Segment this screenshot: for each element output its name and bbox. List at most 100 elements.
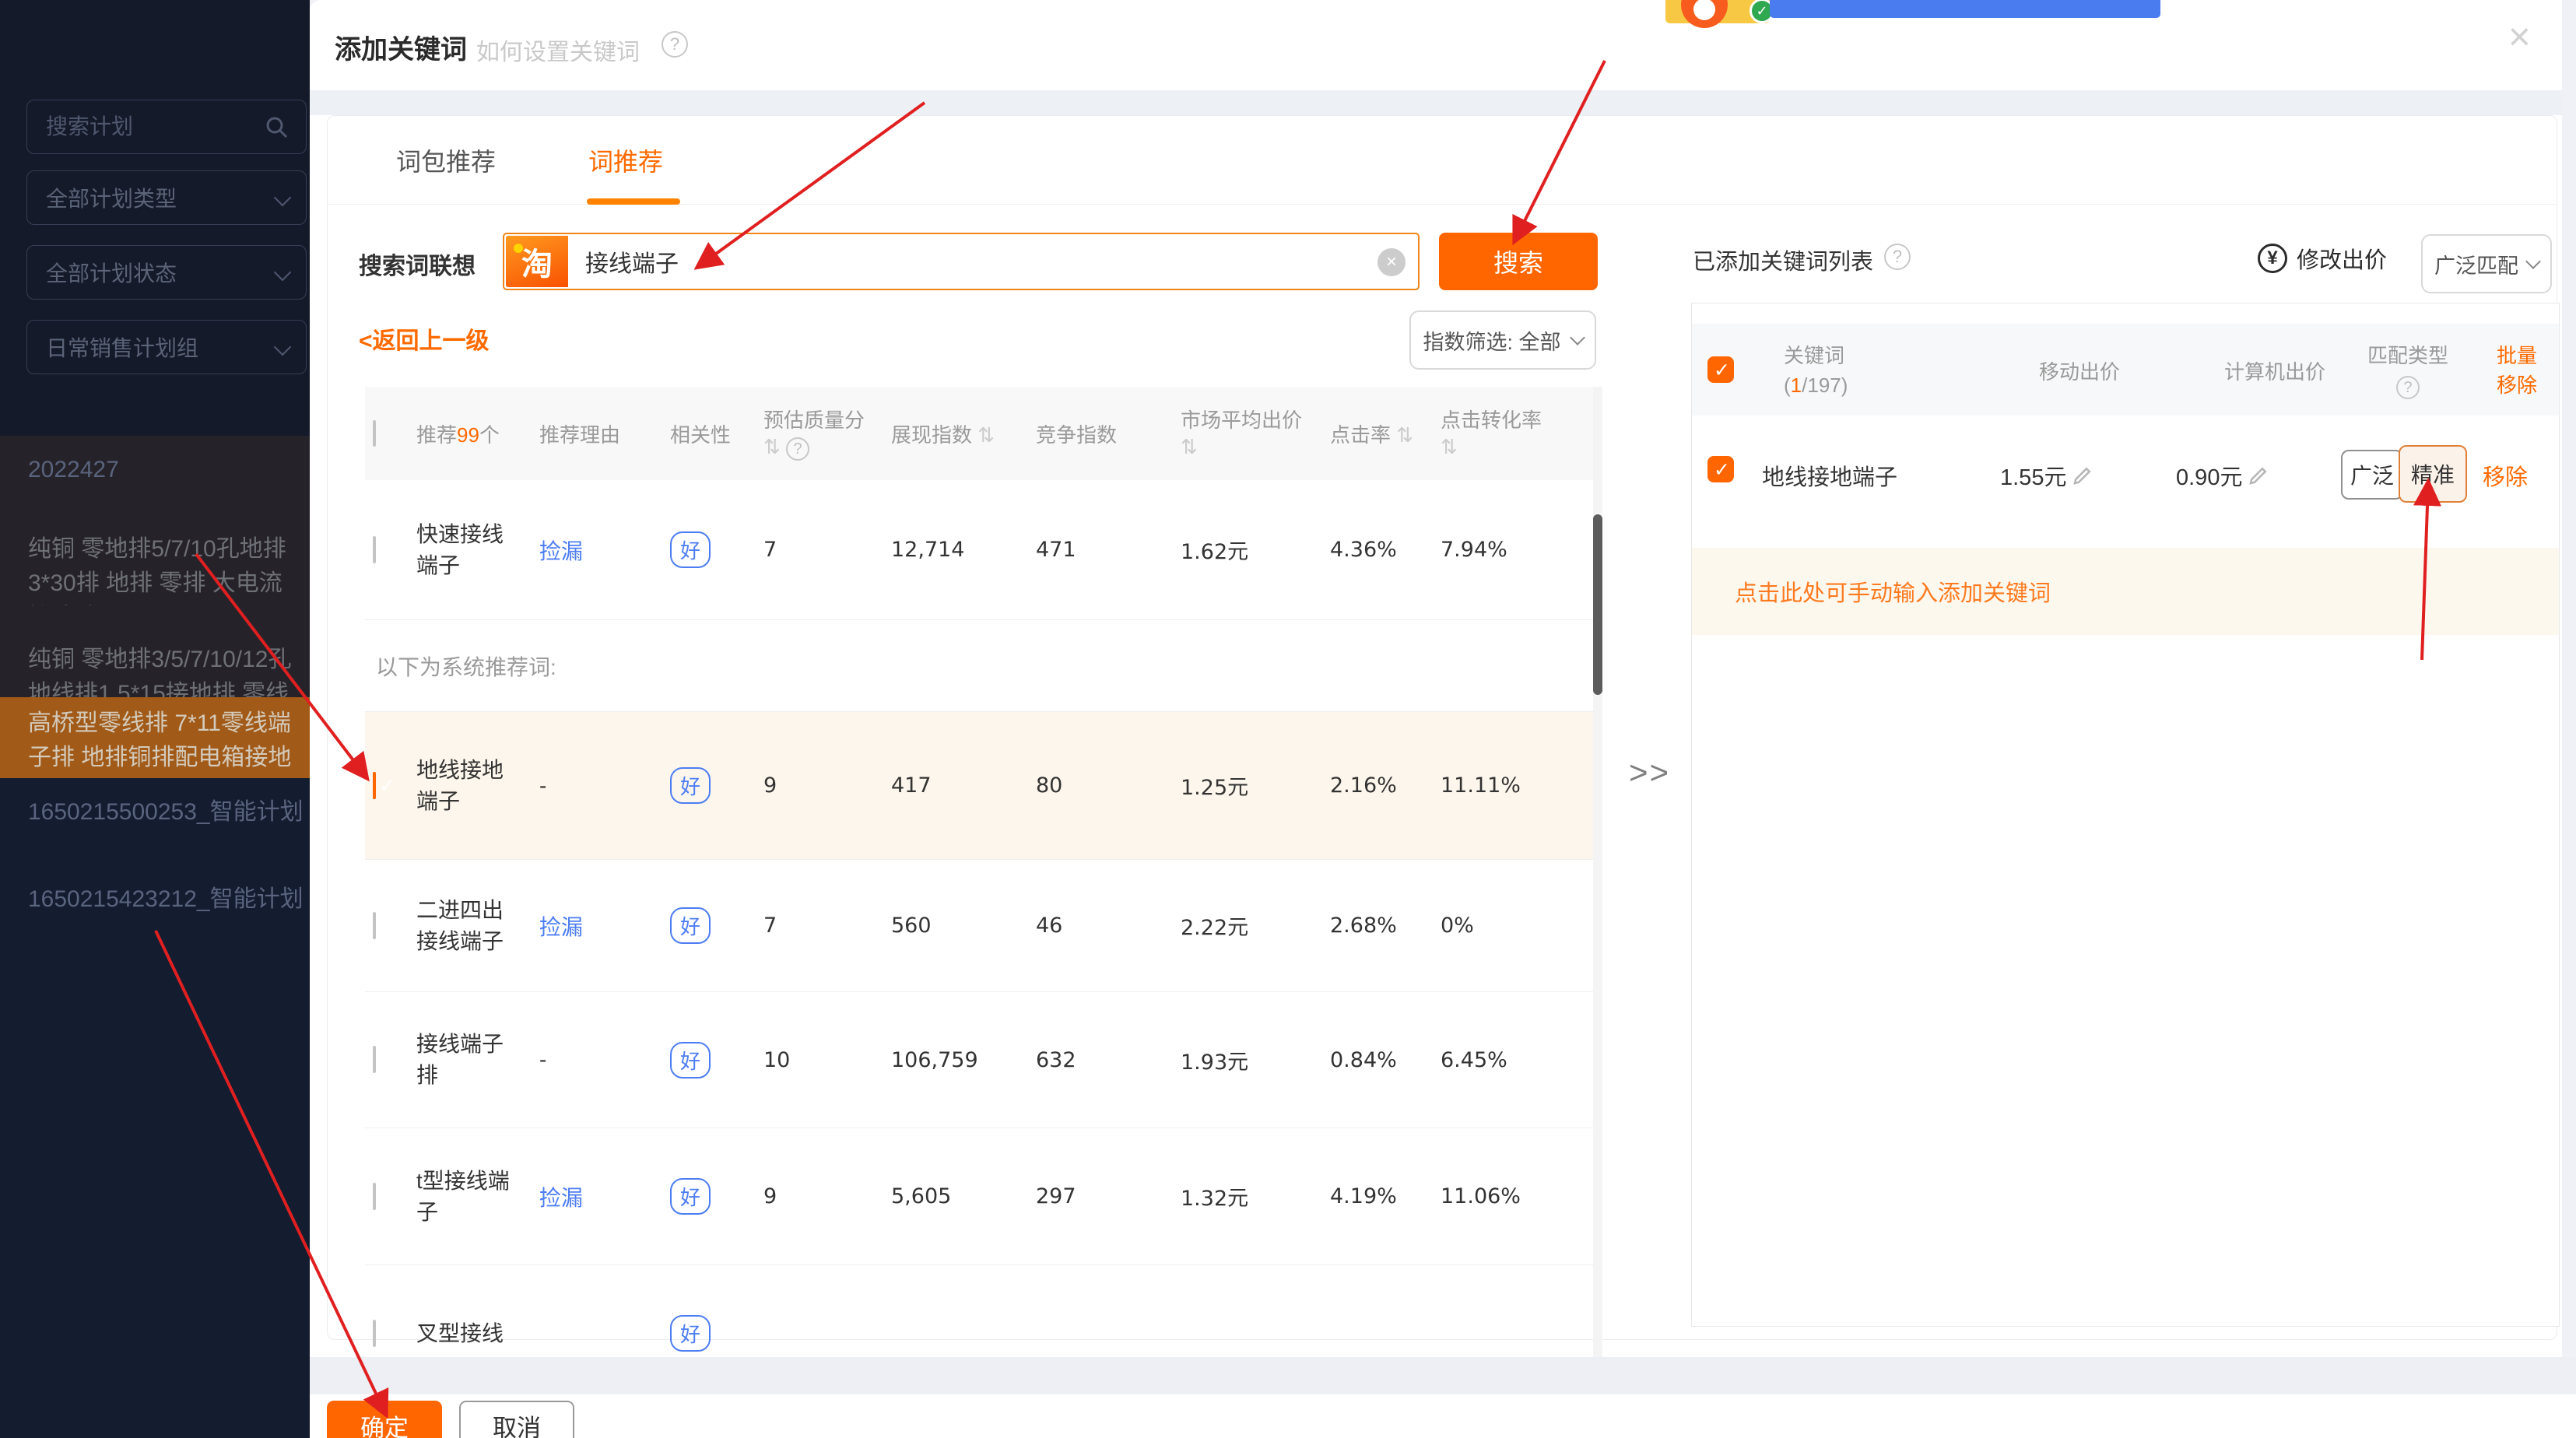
added-keyword-row: 地线接地端子 1.55元 0.90元 广泛 精准 移除	[1692, 416, 2559, 548]
row-checkbox[interactable]	[373, 1046, 376, 1073]
campaign-sidebar: 全部计划类型 全部计划状态 日常销售计划组 2022427 纯铜 零地排5/7/…	[0, 0, 310, 1438]
help-icon: ?	[2396, 376, 2420, 399]
row-checkbox-checked[interactable]	[1707, 456, 1734, 482]
match-type-segmented: 广泛 精准	[2341, 444, 2473, 506]
plan-type-dropdown[interactable]: 全部计划类型	[26, 170, 307, 225]
row-checkbox[interactable]	[373, 536, 376, 563]
campaign-item[interactable]: 1650215500253_智能计划	[0, 795, 310, 839]
keyword-cell: 接线端子排	[416, 1029, 519, 1091]
back-to-parent-link[interactable]: <返回上一级	[359, 321, 490, 356]
select-all-checkbox[interactable]	[373, 420, 376, 447]
col-impressions[interactable]: 展现指数 ⇅	[891, 419, 1036, 448]
chevron-down-icon	[1570, 330, 1585, 345]
taobao-glyph: 淘	[521, 239, 553, 284]
match-type-value: 广泛匹配	[2434, 249, 2518, 279]
remove-keyword-link[interactable]: 移除	[2483, 459, 2528, 492]
help-icon[interactable]: ?	[1884, 244, 1911, 270]
sort-icon: ⇅	[1396, 423, 1413, 447]
match-type-dropdown[interactable]: 广泛匹配	[2421, 234, 2552, 293]
row-checkbox[interactable]	[373, 1320, 376, 1347]
keyword-cell: 二进四出接线端子	[416, 895, 519, 957]
reason-link[interactable]: 捡漏	[539, 915, 583, 939]
chevron-down-icon	[274, 189, 292, 207]
close-icon[interactable]: ×	[2508, 17, 2531, 56]
pc-bid-value[interactable]: 0.90元	[2176, 459, 2270, 492]
col-score[interactable]: 预估质量分 ⇅ ?	[763, 407, 891, 461]
campaign-item-active[interactable]: 高桥型零线排 7*11零线端子排 地排铜排配电箱接地接线端子	[0, 697, 310, 778]
campaign-item[interactable]: 1650215423212_智能计划	[0, 882, 310, 926]
keyword-card: 词包推荐 词推荐 搜索词联想 淘 × 搜索 <返回上一级 指数筛选: 全部 推荐…	[327, 115, 2557, 1340]
col-match-type: 匹配类型 ?	[2367, 341, 2448, 400]
select-all-checkbox-checked[interactable]	[1707, 356, 1734, 383]
relevance-badge: 好	[670, 531, 711, 568]
keyword-cell: 叉型接线	[416, 1318, 519, 1349]
batch-remove-button[interactable]: 批量 移除	[2497, 341, 2537, 400]
confirm-button[interactable]: 确定	[327, 1401, 442, 1438]
index-filter-dropdown[interactable]: 指数筛选: 全部	[1409, 310, 1596, 370]
row-checkbox-checked[interactable]	[373, 772, 376, 799]
footer-divider-band	[310, 1357, 2576, 1394]
tab-word-recommend[interactable]: 词推荐	[588, 142, 663, 178]
modal-title: 添加关键词	[335, 28, 467, 66]
manual-add-keyword-hint[interactable]: 点击此处可手动输入添加关键词	[1692, 548, 2559, 635]
match-exact-button-selected[interactable]: 精准	[2399, 445, 2467, 503]
keyword-row[interactable]: t型接线端子 捡漏 好 9 5,605 297 1.32元 4.19% 11.0…	[365, 1128, 1602, 1265]
sort-icon: ⇅	[977, 423, 995, 447]
modal-help-link[interactable]: 如何设置关键词	[476, 33, 640, 67]
keyword-cell: 快速接线端子	[416, 519, 519, 581]
transfer-arrows: >>	[1629, 754, 1670, 791]
edit-bid-button[interactable]: ¥ 修改出价	[2258, 242, 2387, 275]
col-cvr[interactable]: 点击转化率 ⇅	[1441, 407, 1579, 460]
reason-link[interactable]: 捡漏	[539, 1186, 583, 1210]
keyword-search-input[interactable]	[585, 234, 1363, 289]
col-ctr[interactable]: 点击率 ⇅	[1330, 419, 1441, 448]
search-button[interactable]: 搜索	[1439, 233, 1598, 290]
plan-type-value: 全部计划类型	[46, 182, 177, 213]
plan-group-dropdown[interactable]: 日常销售计划组	[26, 320, 307, 374]
col-avg-bid[interactable]: 市场平均出价 ⇅	[1181, 407, 1330, 460]
reason-link[interactable]: 捡漏	[539, 539, 583, 563]
reason-cell: -	[539, 773, 670, 798]
campaign-item[interactable]: 2022427	[0, 453, 310, 496]
relevance-badge: 好	[670, 907, 711, 944]
sort-icon: ⇅	[1181, 435, 1198, 458]
chevron-down-icon	[274, 264, 292, 282]
plan-search-input[interactable]	[46, 114, 259, 139]
added-keywords-title: 已添加关键词列表	[1693, 244, 1873, 276]
keyword-row[interactable]: 接线端子排 - 好 10 106,759 632 1.93元 0.84% 6.4…	[365, 992, 1602, 1128]
mobile-bid-value[interactable]: 1.55元	[2000, 459, 2094, 492]
cancel-button[interactable]: 取消	[459, 1401, 574, 1438]
campaign-item[interactable]: 纯铜 零地排5/7/10孔地排3*30排 地排 零排 大电流 接线端子	[0, 532, 310, 605]
col-relevance: 相关性	[670, 419, 763, 448]
keyword-row-selected[interactable]: 地线接地端子 - 好 9 417 80 1.25元 2.16% 11.11%	[365, 712, 1602, 860]
keyword-search-field[interactable]: 淘 ×	[503, 233, 1420, 290]
tab-word-package[interactable]: 词包推荐	[396, 142, 496, 178]
col-reason: 推荐理由	[539, 419, 670, 448]
plan-status-dropdown[interactable]: 全部计划状态	[26, 245, 307, 300]
table-scrollbar-thumb[interactable]	[1593, 514, 1602, 695]
taobao-dot-icon	[514, 244, 523, 253]
chevron-down-icon	[274, 338, 292, 356]
row-checkbox[interactable]	[373, 912, 376, 939]
chevron-down-icon	[2525, 254, 2541, 269]
recommended-keywords-table: 推荐99个 推荐理由 相关性 预估质量分 ⇅ ? 展现指数 ⇅ 竞争指数 市场平…	[365, 387, 1602, 1438]
campaign-list-lower	[0, 778, 310, 1438]
keyword-row[interactable]: 二进四出接线端子 捡漏 好 7 560 46 2.22元 2.68% 0%	[365, 860, 1602, 992]
plan-search-field[interactable]	[26, 100, 307, 154]
edit-bid-label: 修改出价	[2297, 242, 2387, 275]
row-checkbox[interactable]	[373, 1183, 376, 1210]
active-tab-underline	[587, 198, 680, 205]
clear-input-icon[interactable]: ×	[1377, 248, 1406, 276]
modal-divider-band	[310, 90, 2562, 115]
add-keywords-modal: 添加关键词 如何设置关键词 ? × 词包推荐 词推荐 搜索词联想 淘 × 搜索 …	[310, 0, 2562, 1357]
col-competition: 竞争指数	[1036, 419, 1181, 448]
search-association-label: 搜索词联想	[359, 247, 476, 281]
relevance-badge: 好	[670, 1042, 711, 1078]
sort-icon: ⇅	[1441, 435, 1458, 458]
keyword-row[interactable]: 快速接线端子 捡漏 好 7 12,714 471 1.62元 4.36% 7.9…	[365, 480, 1602, 620]
index-filter-value: 指数筛选: 全部	[1423, 325, 1560, 356]
match-broad-button[interactable]: 广泛	[2341, 450, 2403, 500]
help-icon[interactable]: ?	[662, 31, 688, 58]
keyword-cell: t型接线端子	[416, 1166, 519, 1228]
tab-bar: 词包推荐 词推荐	[328, 116, 2557, 205]
